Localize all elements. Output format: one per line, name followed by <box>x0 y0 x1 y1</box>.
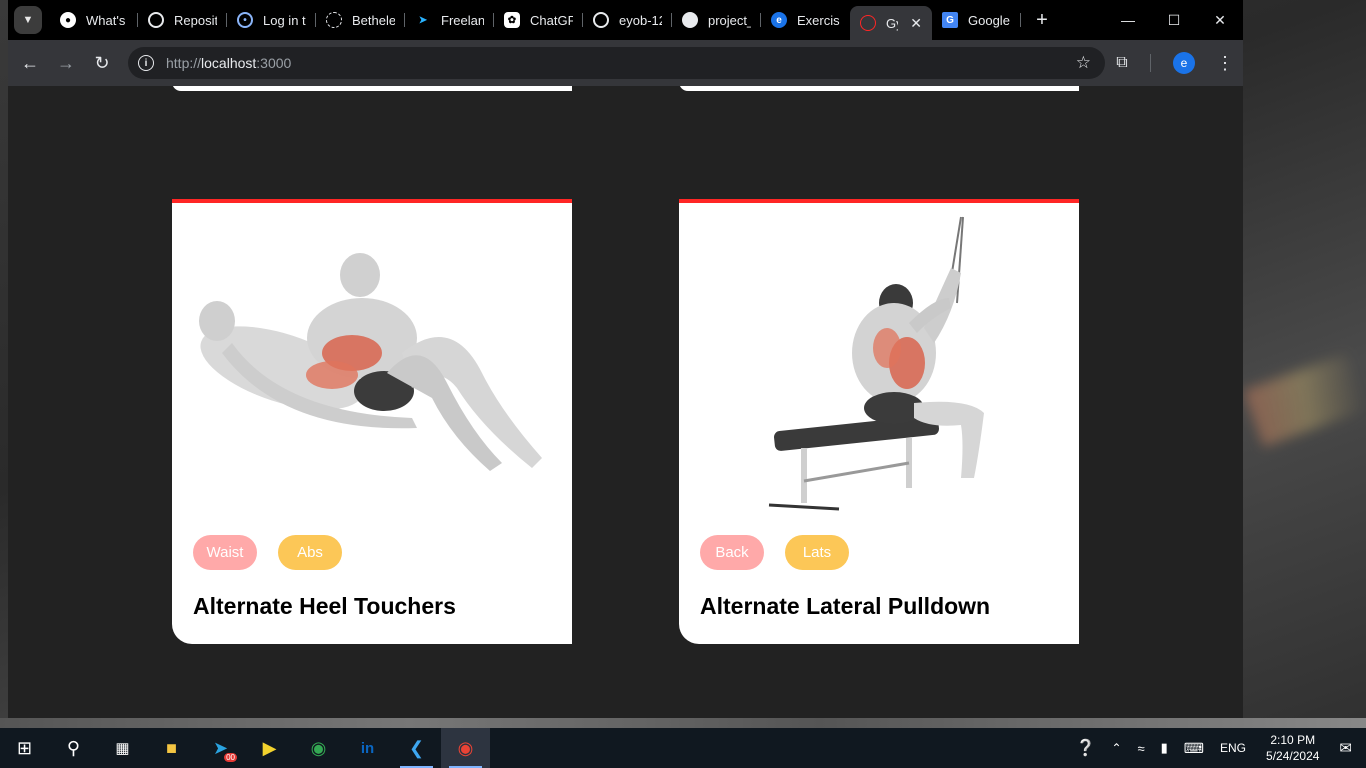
card-stub-left <box>172 86 572 91</box>
github-icon <box>148 12 164 28</box>
exercise-card[interactable]: Back Lats Alternate Lateral Pulldown <box>679 199 1079 644</box>
gym-icon <box>860 15 876 31</box>
window-controls: — ☐ ✕ <box>1105 0 1243 40</box>
exercise-icon: e <box>771 12 787 28</box>
new-tab-button[interactable]: + <box>1029 9 1055 32</box>
maximize-icon[interactable]: ☐ <box>1151 0 1197 40</box>
file-explorer-button[interactable]: ■ <box>147 728 196 768</box>
telegram-button[interactable]: ➤ 00 <box>196 728 245 768</box>
tab-eyob[interactable]: eyob-12 <box>583 4 672 36</box>
tag-body-part[interactable]: Waist <box>193 535 257 570</box>
chatgpt-icon: ✿ <box>504 12 520 28</box>
bookmark-star-icon[interactable]: ☆ <box>1076 53 1091 73</box>
windows-logo-icon: ⊞ <box>16 737 33 758</box>
url-text: http://localhost:3000 <box>166 55 292 71</box>
vscode-button[interactable]: ❮ <box>392 728 441 768</box>
tab-project[interactable]: project_ <box>672 4 761 36</box>
chrome-profile-button[interactable]: ◉ <box>441 728 490 768</box>
browser-toolbar: ← → ↻ i http://localhost:3000 ☆ ⧉ e ⋮ <box>8 40 1243 86</box>
tab-bar: ▼ ● What's I Reposit • Log in t Bethelel… <box>8 0 1243 40</box>
extensions-puzzle-icon[interactable]: ⧉ <box>1104 54 1140 72</box>
system-tray: ❔ ⌃ ≈ ▮ ⌨ ENG 2:10 PM 5/24/2024 ✉ <box>1068 728 1366 768</box>
card-title: Alternate Lateral Pulldown <box>700 593 991 619</box>
toolbar-right: ⧉ e ⋮ <box>1104 40 1243 86</box>
tab-whats[interactable]: ● What's I <box>50 4 138 36</box>
linkedin-icon: in <box>360 739 375 757</box>
clock-time: 2:10 PM <box>1270 733 1316 747</box>
search-icon: ⚲ <box>66 737 81 758</box>
tab-chatgpt[interactable]: ✿ ChatGP <box>494 4 583 36</box>
reload-button[interactable]: ↻ <box>84 45 120 81</box>
folder-icon: ■ <box>166 737 177 758</box>
exercise-image <box>172 203 572 523</box>
page-viewport: Waist Abs Alternate Heel Touchers Back L… <box>8 86 1243 718</box>
tab-search-button[interactable]: ▼ <box>14 6 42 34</box>
chrome-icon: ◉ <box>310 737 327 758</box>
minimize-icon[interactable]: — <box>1105 0 1151 40</box>
google-translate-icon: G <box>942 12 958 28</box>
reload-icon: ↻ <box>94 52 110 73</box>
keyboard-icon[interactable]: ⌨ <box>1176 740 1212 757</box>
wifi-icon[interactable]: ≈ <box>1130 741 1153 756</box>
forward-button[interactable]: → <box>48 45 84 81</box>
chevron-down-icon: ▼ <box>22 14 34 26</box>
task-view-button[interactable]: ▦ <box>98 728 147 768</box>
tab-google[interactable]: G Google <box>932 4 1021 36</box>
card-title: Alternate Heel Touchers <box>193 593 456 619</box>
clock-date: 5/24/2024 <box>1266 749 1320 763</box>
tag-body-part[interactable]: Back <box>700 535 764 570</box>
toolbar-divider <box>1150 54 1151 72</box>
github-icon <box>682 12 698 28</box>
linkedin-button[interactable]: in <box>343 728 392 768</box>
language-indicator[interactable]: ENG <box>1212 741 1254 755</box>
media-player-button[interactable]: ▶ <box>245 728 294 768</box>
start-button[interactable]: ⊞ <box>0 728 49 768</box>
windows-taskbar: ⊞ ⚲ ▦ ■ ➤ 00 ▶ ◉ in ❮ ◉ ❔ ⌃ ≈ ▮ ⌨ ENG 2:… <box>0 728 1366 768</box>
arrow-left-icon: ← <box>21 52 39 73</box>
tab-gym-active[interactable]: Gyr ✕ <box>850 6 932 40</box>
tab-repository[interactable]: Reposit <box>138 4 227 36</box>
chevron-up-icon[interactable]: ⌃ <box>1103 741 1129 755</box>
github-icon <box>593 12 609 28</box>
browser-window: ▼ ● What's I Reposit • Log in t Bethelel… <box>8 0 1243 718</box>
dashed-circle-icon <box>326 12 342 28</box>
task-view-icon: ▦ <box>115 740 130 757</box>
search-button[interactable]: ⚲ <box>49 728 98 768</box>
notification-icon[interactable]: ✉ <box>1331 739 1366 757</box>
card-stub-right <box>679 86 1079 91</box>
back-button[interactable]: ← <box>12 45 48 81</box>
vscode-icon: ❮ <box>408 737 425 758</box>
arrow-right-icon: → <box>57 52 75 73</box>
help-icon[interactable]: ❔ <box>1068 738 1104 758</box>
exercise-image <box>679 203 1079 523</box>
profile-avatar[interactable]: e <box>1173 52 1195 74</box>
login-icon: • <box>237 12 253 28</box>
chrome-taskbar-button[interactable]: ◉ <box>294 728 343 768</box>
tag-target[interactable]: Lats <box>785 535 849 570</box>
tab-login[interactable]: • Log in t <box>227 4 316 36</box>
wallpaper-bottom-strip <box>0 718 1366 728</box>
close-window-icon[interactable]: ✕ <box>1197 0 1243 40</box>
address-bar[interactable]: i http://localhost:3000 ☆ <box>128 47 1105 79</box>
tab-bethelel[interactable]: Bethelel <box>316 4 405 36</box>
site-info-icon[interactable]: i <box>138 55 154 71</box>
exercise-card[interactable]: Waist Abs Alternate Heel Touchers <box>172 199 572 644</box>
tab-exercise[interactable]: e Exercise <box>761 4 850 36</box>
clock[interactable]: 2:10 PM 5/24/2024 <box>1254 732 1331 764</box>
wallpaper-light-streak <box>1243 352 1366 448</box>
tag-target[interactable]: Abs <box>278 535 342 570</box>
tab-freelancer[interactable]: ➤ Freelanc <box>405 4 494 36</box>
freelancer-icon: ➤ <box>418 14 428 26</box>
battery-icon[interactable]: ▮ <box>1153 740 1176 756</box>
chrome-profile-icon: ◉ <box>457 737 474 758</box>
player-icon: ▶ <box>262 737 277 758</box>
notification-badge: 00 <box>224 753 237 762</box>
browser-menu-icon[interactable]: ⋮ <box>1207 53 1243 74</box>
chrome-icon: ● <box>60 12 76 28</box>
close-icon[interactable]: ✕ <box>910 15 922 32</box>
